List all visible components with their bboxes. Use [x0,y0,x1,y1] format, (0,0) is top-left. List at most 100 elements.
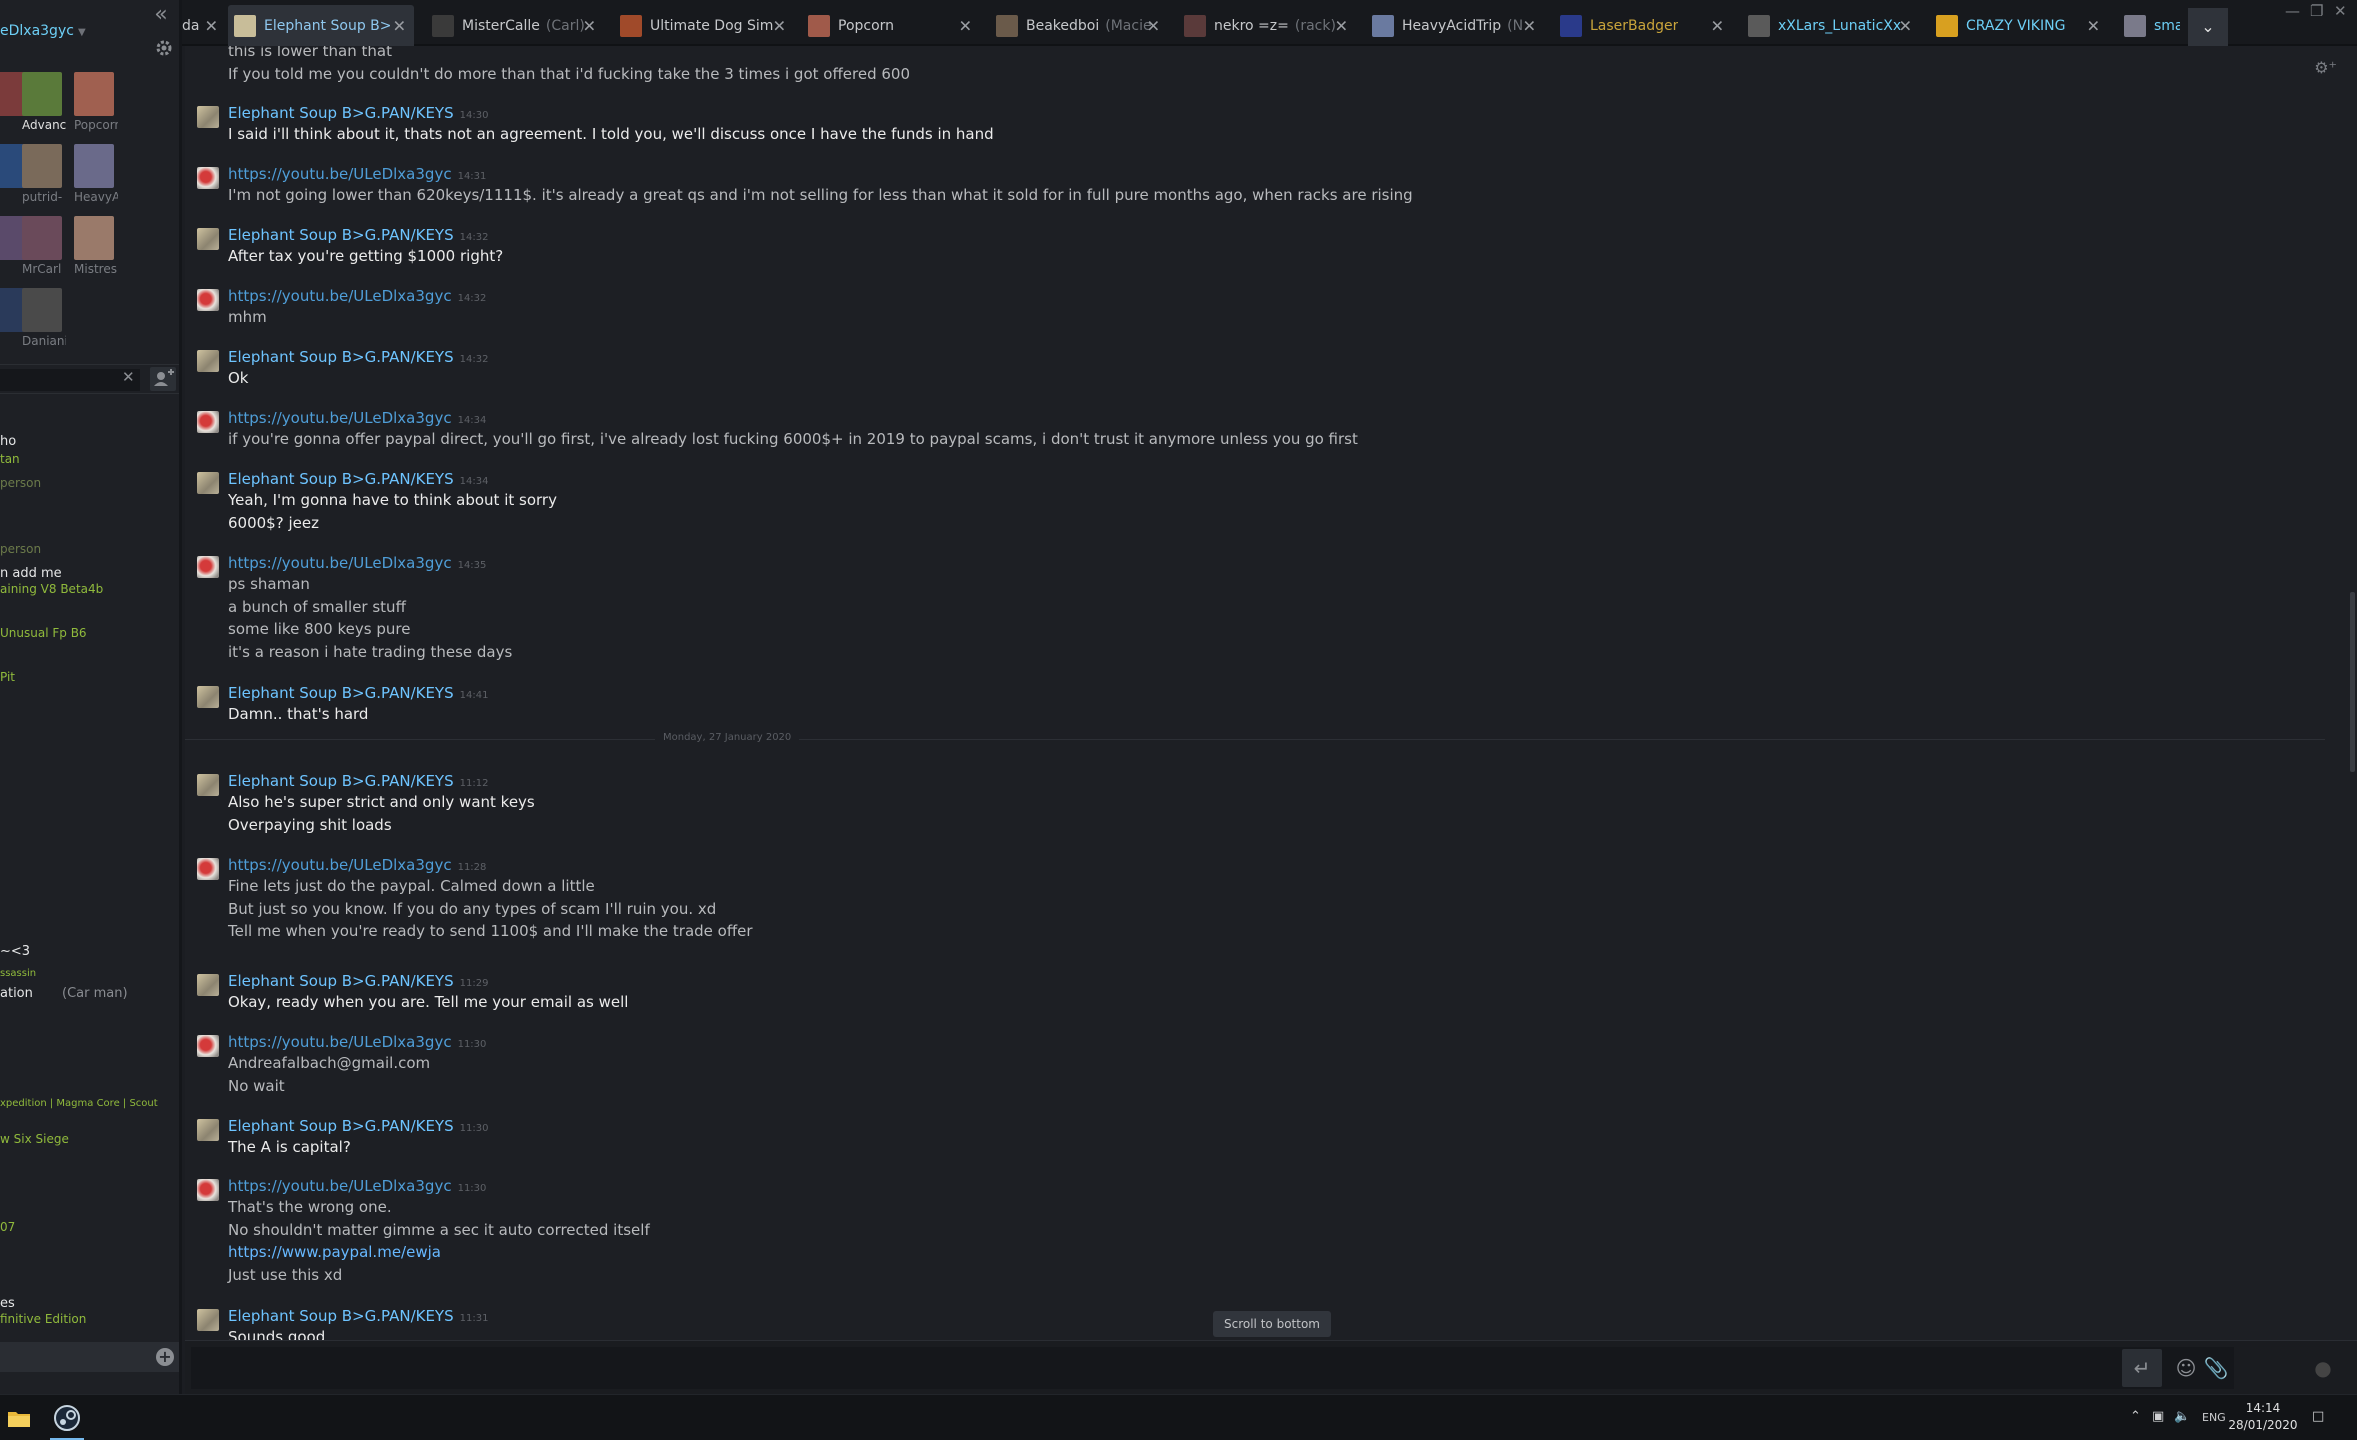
sender-name[interactable]: Elephant Soup B>G.PAN/KEYS [228,1117,454,1135]
sender-avatar[interactable] [197,1119,219,1141]
sender-avatar[interactable] [197,350,219,372]
sender-name[interactable]: Elephant Soup B>G.PAN/KEYS [228,684,454,702]
sender-name[interactable]: https://youtu.be/ULeDlxa3gyc [228,165,452,183]
sender-name[interactable]: Elephant Soup B>G.PAN/KEYS [228,348,454,366]
group-chat-tile[interactable]: Mistres [74,216,118,276]
sender-name[interactable]: Elephant Soup B>G.PAN/KEYS [228,226,454,244]
group-chat-tile[interactable]: Advanc [22,72,66,132]
sender-avatar[interactable] [197,106,219,128]
send-button[interactable]: ↵ [2122,1349,2162,1387]
close-tab-icon[interactable]: ✕ [205,17,218,36]
chat-message-input[interactable] [191,1347,2234,1389]
chat-settings-icon[interactable]: ⚙⁺ [2314,58,2337,77]
sender-avatar[interactable] [197,289,219,311]
sender-avatar[interactable] [197,974,219,996]
group-chat-tile[interactable]: HeavyA [74,144,118,204]
more-tabs-button[interactable]: ⌄ [2188,8,2228,46]
chat-tab[interactable]: Popcorn ✕ [802,9,980,43]
close-tab-icon[interactable]: ✕ [583,17,596,36]
close-tab-icon[interactable]: ✕ [773,17,786,36]
chat-tab[interactable]: CRAZY VIKING ✕ [1930,9,2108,43]
scroll-to-bottom-button[interactable]: Scroll to bottom [1213,1311,1331,1337]
sender-avatar[interactable] [197,167,219,189]
chat-tab[interactable]: MisterCalle (Carl) ✕ [426,9,604,43]
friend-list-text[interactable]: ation [0,986,33,1001]
sender-name[interactable]: https://youtu.be/ULeDlxa3gyc [228,287,452,305]
friend-list-text[interactable]: n add me [0,566,62,581]
chat-tab[interactable]: HeavyAcidTrip (N ✕ [1366,9,1544,43]
steam-icon[interactable] [52,1403,82,1433]
chat-tab[interactable]: da ✕ [182,9,222,43]
sender-name[interactable]: https://youtu.be/ULeDlxa3gyc [228,409,452,427]
sender-avatar[interactable] [197,1179,219,1201]
friend-list-text[interactable]: ho [0,434,16,449]
close-window-icon[interactable]: ✕ [2334,2,2347,20]
voice-button[interactable]: ● [2303,1349,2343,1387]
chat-tab[interactable]: xXLars_LunaticXx ✕ [1742,9,1920,43]
language-indicator[interactable]: ENG [2202,1411,2226,1424]
network-icon[interactable]: ▣ [2152,1409,2164,1424]
message-link[interactable]: https://www.paypal.me/ewja [228,1243,441,1261]
sender-avatar[interactable] [197,411,219,433]
sender-avatar[interactable] [197,858,219,880]
sender-name[interactable]: Elephant Soup B>G.PAN/KEYS [228,104,454,122]
volume-icon[interactable]: 🔈 [2174,1409,2190,1424]
minimize-icon[interactable]: — [2285,2,2300,20]
chat-tab[interactable]: sma [2118,9,2180,43]
friend-list-text[interactable]: ~<3 [0,944,30,959]
sender-avatar[interactable] [197,556,219,578]
chat-tab[interactable]: Ultimate Dog Sim ✕ [614,9,794,43]
close-tab-icon[interactable]: ✕ [959,17,972,36]
sender-name[interactable]: Elephant Soup B>G.PAN/KEYS [228,772,454,790]
close-icon[interactable]: ✕ [122,368,135,386]
close-tab-icon[interactable]: ✕ [1711,17,1724,36]
friend-search-input[interactable] [0,369,140,391]
group-chat-tile[interactable]: putrid- [22,144,66,204]
friend-list-text[interactable]: es [0,1296,15,1311]
sender-name[interactable]: Elephant Soup B>G.PAN/KEYS [228,1307,454,1325]
close-tab-icon[interactable]: ✕ [393,16,406,35]
scrollbar[interactable] [2350,592,2355,772]
sender-name[interactable]: Elephant Soup B>G.PAN/KEYS [228,972,454,990]
friends-sidebar: eDlxa3gyc ▼ « Advanc Popcorn putrid- HeavyA M… [0,0,182,1394]
sender-avatar[interactable] [197,228,219,250]
sender-avatar[interactable] [197,774,219,796]
close-tab-icon[interactable]: ✕ [1523,17,1536,36]
close-tab-icon[interactable]: ✕ [1335,17,1348,36]
current-user[interactable]: eDlxa3gyc ▼ [0,23,86,39]
close-tab-icon[interactable]: ✕ [1147,17,1160,36]
sender-avatar[interactable] [197,686,219,708]
taskbar-clock[interactable]: 14:14 28/01/2020 [2228,1400,2298,1434]
group-avatar [22,72,62,116]
sender-name[interactable]: https://youtu.be/ULeDlxa3gyc [228,856,452,874]
close-tab-icon[interactable]: ✕ [2087,17,2100,36]
chat-log[interactable]: ⚙⁺ this is lower than that If you told m… [185,46,2357,1340]
chat-tab[interactable]: LaserBadger ✕ [1554,9,1732,43]
message-line: After tax you're getting $1000 right? [228,247,504,265]
chat-tab[interactable]: nekro =z= (rack) ✕ [1178,9,1356,43]
maximize-icon[interactable]: ❐ [2310,2,2323,20]
file-explorer-icon[interactable] [4,1403,34,1433]
add-friend-button[interactable] [150,367,176,391]
chevron-down-icon: ▼ [77,27,86,38]
collapse-sidebar-icon[interactable]: « [150,4,172,28]
add-group-icon[interactable]: + [156,1348,174,1366]
chat-tab[interactable]: Elephant Soup B> ✕ [228,5,414,46]
sender-name[interactable]: https://youtu.be/ULeDlxa3gyc [228,554,452,572]
current-user-name: eDlxa3gyc [0,23,74,39]
gear-icon[interactable] [154,38,174,58]
sender-avatar[interactable] [197,1309,219,1331]
chat-tab[interactable]: Beakedboi (Macie ✕ [990,9,1168,43]
sender-avatar[interactable] [197,1035,219,1057]
close-tab-icon[interactable]: ✕ [1899,17,1912,36]
notifications-icon[interactable]: □ [2312,1409,2324,1424]
sender-name[interactable]: https://youtu.be/ULeDlxa3gyc [228,1177,452,1195]
sender-avatar[interactable] [197,472,219,494]
group-chat-tile[interactable]: Daniani [22,288,66,348]
sender-name[interactable]: Elephant Soup B>G.PAN/KEYS [228,470,454,488]
group-chat-tile[interactable]: Popcorn [74,72,118,132]
sender-name[interactable]: https://youtu.be/ULeDlxa3gyc [228,1033,452,1051]
tray-chevron-up-icon[interactable]: ⌃ [2130,1409,2141,1424]
group-chat-tile[interactable]: MrCarl [22,216,66,276]
attach-button[interactable]: 📎 [2196,1349,2236,1387]
